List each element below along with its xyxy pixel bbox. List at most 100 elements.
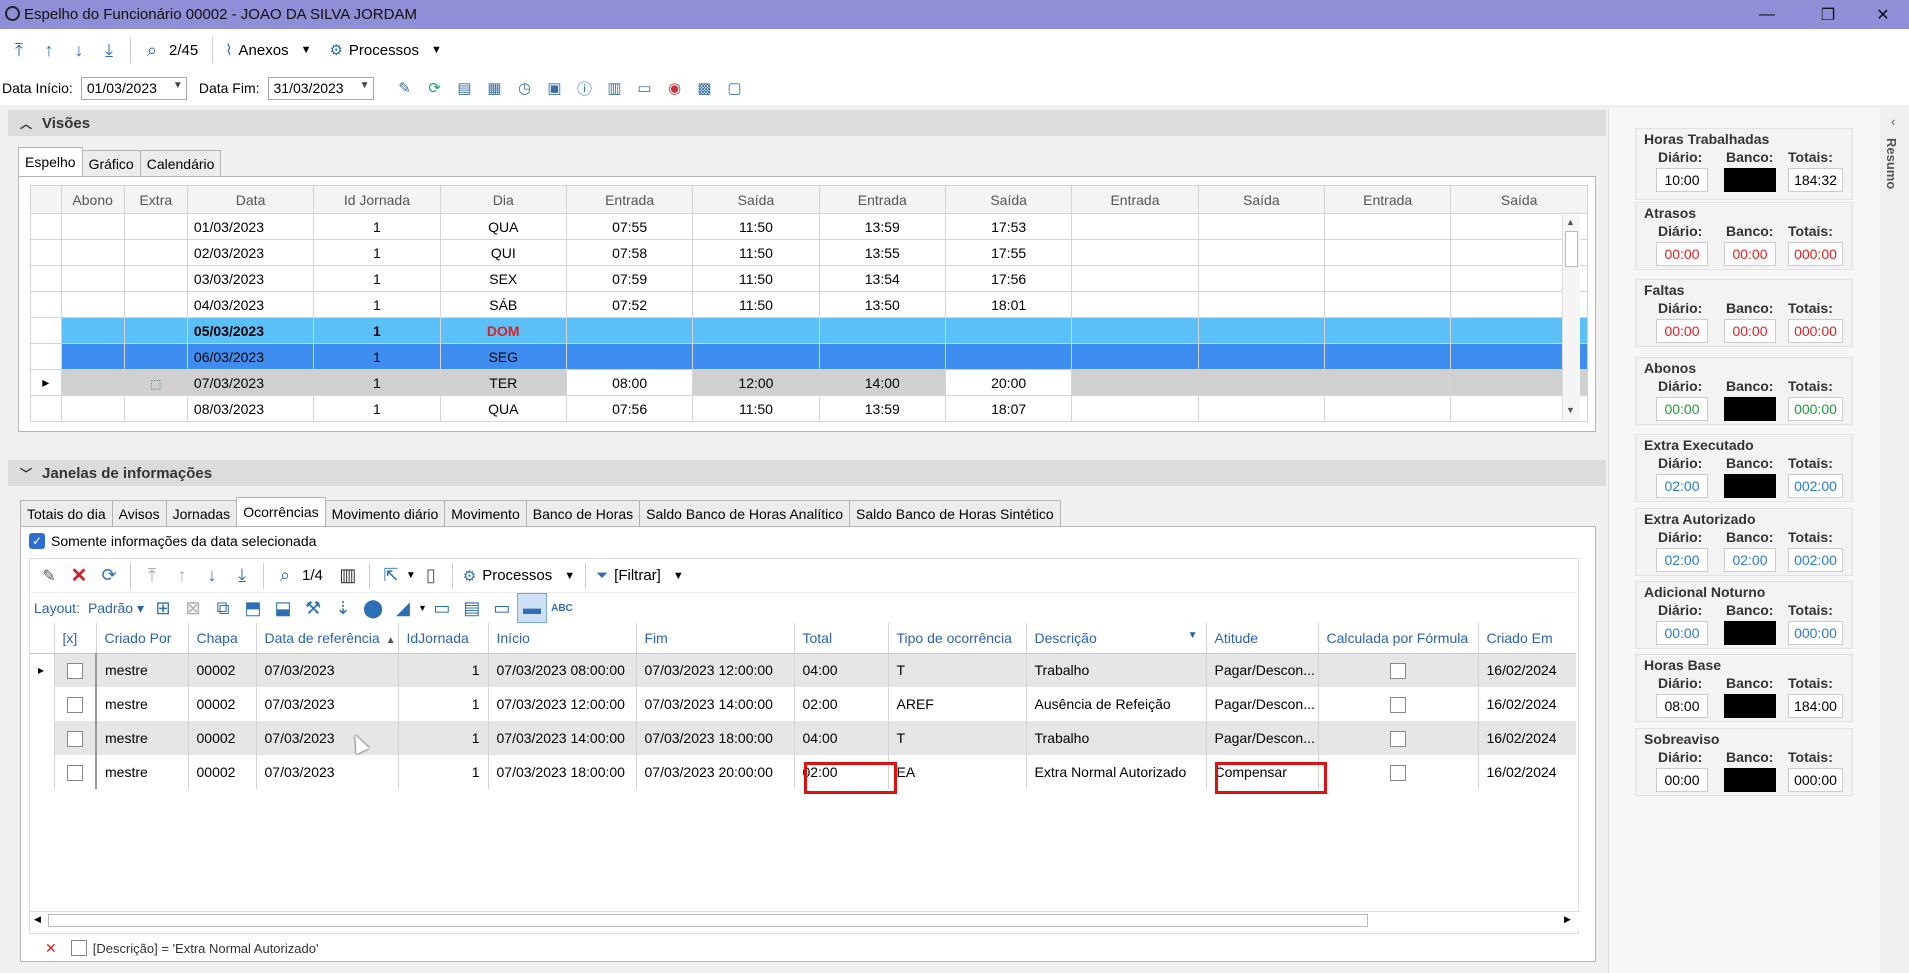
calculada-checkbox[interactable] [1390,696,1406,713]
criado-em-cell[interactable]: 16/02/2024 [1478,755,1576,789]
clear-filter-icon[interactable]: ✕ [45,940,57,957]
column-header[interactable]: Criado Por [96,623,189,654]
saida-cell[interactable]: 18:07 [944,395,1073,422]
saida-cell[interactable] [1197,239,1326,266]
scroll-left-icon[interactable]: ◀ [34,914,41,925]
file-settings-icon[interactable]: ▢ [720,75,750,101]
column-header[interactable]: Saída [1197,185,1326,214]
ocorrencias-processos-button[interactable]: ⚙ Processos ▼ [463,567,575,585]
columns-icon[interactable]: ▥ [333,561,363,591]
column-header[interactable]: Total [794,623,889,654]
spellcheck-icon[interactable]: ABC [547,593,577,623]
entrada-cell[interactable] [1071,395,1199,422]
table-row[interactable]: 06/03/2023 1 SEG [30,343,1588,370]
panel-row-icon[interactable]: ▬ [516,593,547,623]
tab-calendrio[interactable]: Calendário [139,150,222,176]
criado-por-cell[interactable]: mestre [96,755,189,789]
tipo-ocorrencia-cell[interactable]: T [888,653,1027,687]
row-indicator[interactable] [30,687,55,721]
saida-cell[interactable] [692,317,820,344]
janelas-header[interactable]: ﹀ Janelas de informações [8,460,1606,486]
terminal-icon[interactable]: ▭ [630,75,660,101]
column-header[interactable]: Entrada [565,185,694,214]
row-checkbox[interactable] [66,730,83,747]
visoes-header[interactable]: ︿ Visões [8,110,1606,136]
refresh-icon[interactable]: ⟳ [94,561,124,591]
saida-cell[interactable] [1197,343,1326,370]
saida-cell[interactable] [1197,265,1326,292]
row-checkbox[interactable] [66,764,83,781]
first-record-icon[interactable]: ⤒ [137,561,167,591]
saida-cell[interactable] [692,343,820,370]
table-row[interactable]: 05/03/2023 1 DOM [30,317,1588,344]
panel-bottom-icon[interactable]: ▭ [427,593,457,623]
tab-ocorre-ncias[interactable]: Ocorrências [236,497,326,526]
column-header[interactable]: Abono [60,185,125,214]
saida-cell[interactable]: 11:50 [692,213,820,240]
saida-cell[interactable]: 11:50 [692,291,820,318]
table-row[interactable]: mestre 00002 07/03/2023 1 07/03/2023 14:00:0… [30,721,1576,755]
entrada-cell[interactable]: 13:55 [818,239,946,266]
search-icon[interactable]: ⌕ [270,561,300,591]
entrada-cell[interactable] [1071,239,1199,266]
entrada-cell[interactable] [1071,343,1199,370]
fim-cell[interactable]: 07/03/2023 20:00:00 [636,755,795,789]
table-row[interactable]: ▸ ⬚ 07/03/2023 1 TER 08:00 12:00 14:00 20:00 [30,369,1588,396]
edit-icon[interactable]: ✎ [390,75,420,101]
table-row[interactable]: 02/03/2023 1 QUI 07:58 11:50 13:55 17:55 [30,239,1588,266]
layout-select[interactable]: Padrão ▾ [88,600,144,617]
filter-text[interactable]: [Descrição] = 'Extra Normal Autorizado' [93,941,319,956]
entrada-cell[interactable] [1071,317,1199,344]
column-header[interactable]: Atitude [1206,623,1319,654]
entrada-cell[interactable] [1323,369,1452,396]
column-header[interactable]: Descrição ▼ [1026,623,1207,654]
info-icon[interactable]: ⓘ [570,75,600,101]
id-jornada-cell[interactable]: 1 [398,721,489,755]
entrada-cell[interactable] [1323,395,1452,422]
column-header[interactable]: Id Jornada [313,185,441,214]
total-cell[interactable]: 02:00 [794,687,889,721]
column-header[interactable]: IdJornada [398,623,489,654]
entrada-cell[interactable] [565,343,694,370]
row-indicator[interactable] [30,213,62,240]
row-indicator[interactable]: ▸ [30,653,55,687]
row-indicator[interactable] [30,317,62,344]
document-icon[interactable]: ▣ [540,75,570,101]
select-cell[interactable] [54,721,97,755]
id-jornada-cell[interactable]: 1 [398,653,489,687]
column-header[interactable]: Entrada [1323,185,1452,214]
criado-em-cell[interactable]: 16/02/2024 [1478,687,1576,721]
tab-jornadas[interactable]: Jornadas [165,500,238,526]
scroll-right-icon[interactable]: ▶ [1564,914,1571,925]
column-header[interactable]: Calculada por Fórmula [1318,623,1479,654]
last-record-icon[interactable]: ⤓ [227,561,257,591]
saida-cell[interactable]: 18:01 [944,291,1073,318]
tab-saldo-banco-de-horas-anali-tico[interactable]: Saldo Banco de Horas Analítico [639,500,851,526]
row-indicator[interactable] [30,239,62,266]
previous-record-icon[interactable]: ↑ [167,561,197,591]
select-cell[interactable] [54,653,97,687]
entrada-cell[interactable]: 14:00 [818,369,946,396]
search-icon[interactable]: ⌕ [137,35,167,65]
entrada-cell[interactable] [1323,317,1452,344]
calculada-cell[interactable] [1318,687,1479,721]
criado-em-cell[interactable]: 16/02/2024 [1478,653,1576,687]
total-cell[interactable]: 04:00 [794,653,889,687]
checkbox-checked-icon[interactable]: ✓ [29,533,45,549]
calculator-icon[interactable]: ▩ [690,75,720,101]
saida-cell[interactable]: 11:50 [692,239,820,266]
table-row[interactable]: 08/03/2023 1 QUA 07:56 11:50 13:59 18:07 [30,395,1588,422]
atitude-cell[interactable]: Pagar/Descon... [1206,687,1319,721]
saida-cell[interactable] [1197,369,1326,396]
saida-cell[interactable] [1197,395,1326,422]
data-referencia-cell[interactable]: 07/03/2023 [256,687,399,721]
criado-por-cell[interactable]: mestre [96,687,189,721]
entrada-cell[interactable] [1323,213,1452,240]
entrada-cell[interactable]: 07:55 [565,213,694,240]
chapa-cell[interactable]: 00002 [188,721,257,755]
entrada-cell[interactable] [1071,265,1199,292]
calculada-checkbox[interactable] [1390,730,1406,747]
tab-movimento[interactable]: Movimento [444,500,527,526]
descricao-cell[interactable]: Trabalho [1026,653,1207,687]
descricao-cell[interactable]: Extra Normal Autorizado [1026,755,1207,789]
